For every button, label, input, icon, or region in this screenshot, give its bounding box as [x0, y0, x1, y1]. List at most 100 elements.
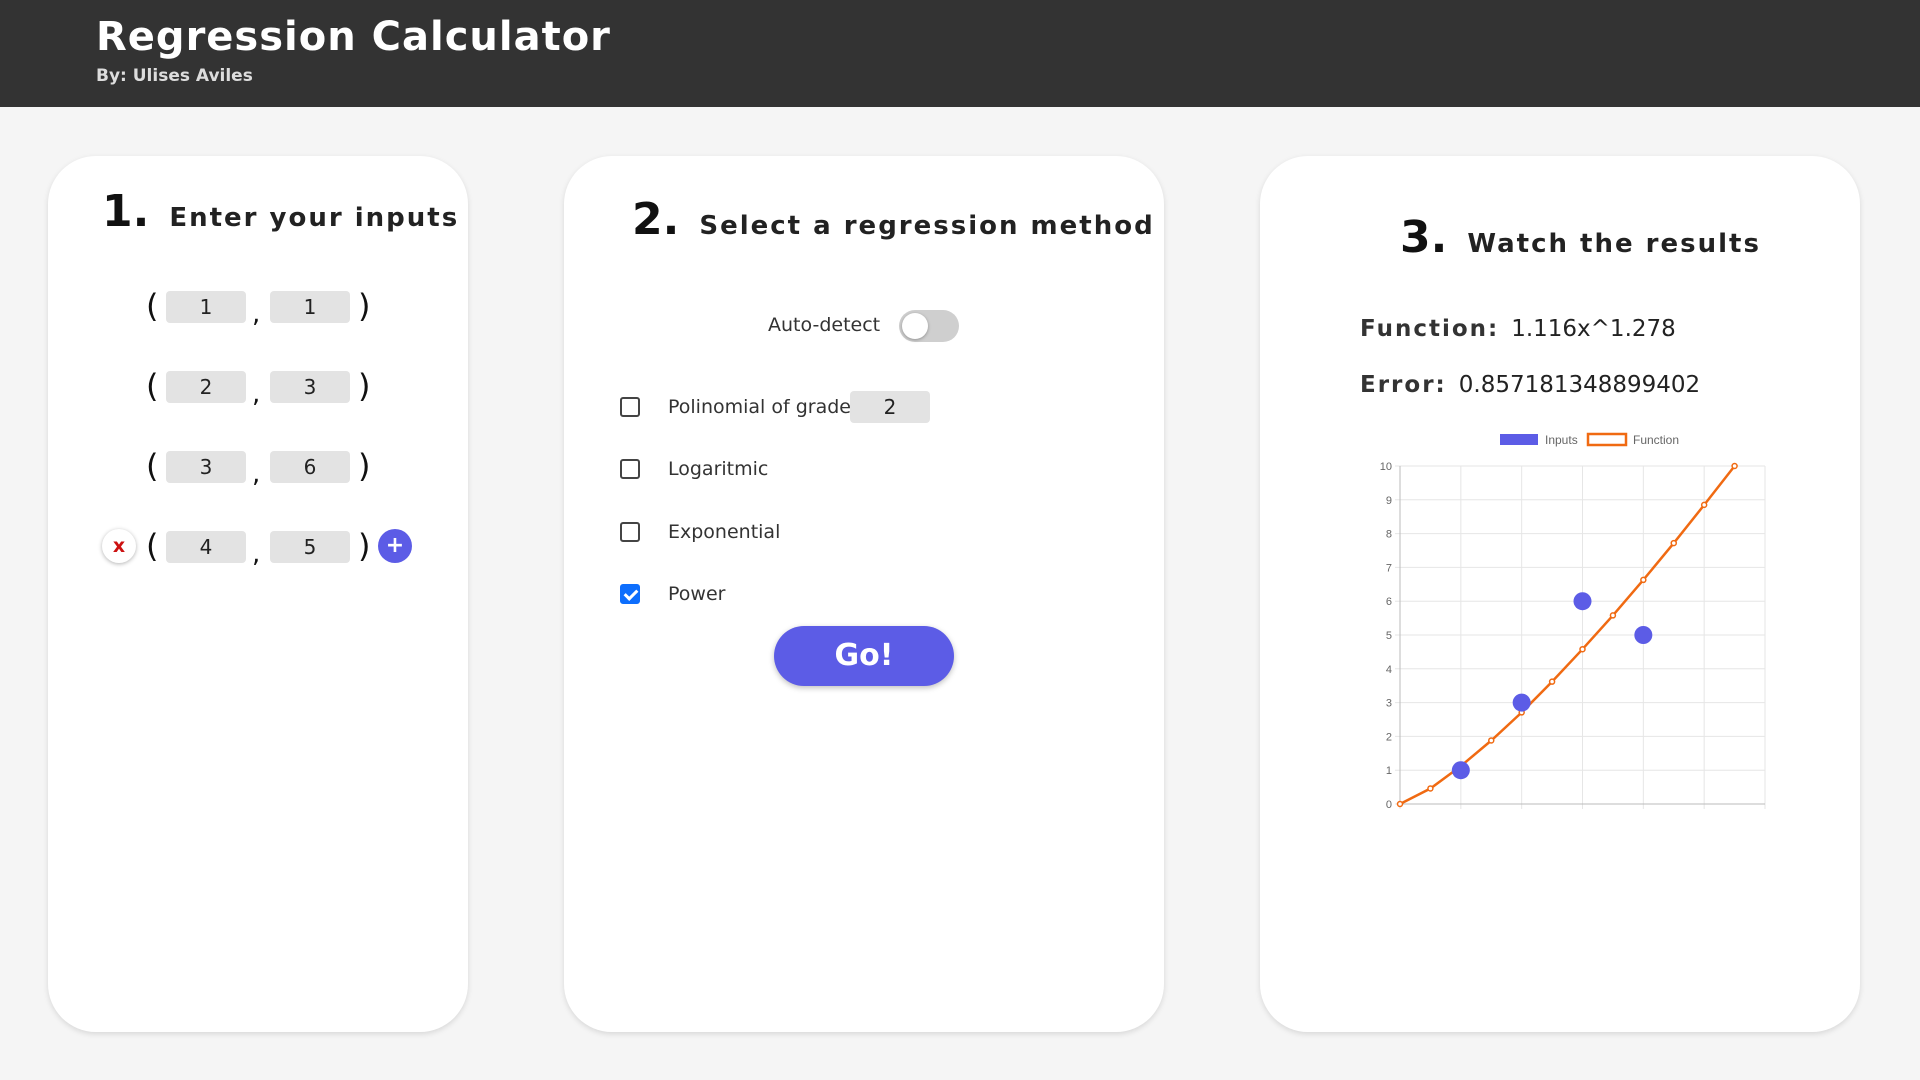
exponential-label: Exponential: [668, 521, 781, 543]
open-paren: (: [146, 527, 159, 565]
y-tick-label: 5: [1386, 630, 1392, 642]
function-point: [1579, 645, 1586, 653]
method-power: Power: [620, 577, 1120, 611]
y-tick-label: 9: [1386, 495, 1392, 507]
y-tick-label: 6: [1386, 596, 1392, 608]
open-paren: (: [146, 447, 159, 485]
x-tick-label: 5: [1701, 813, 1707, 814]
auto-detect-row: Auto-detect: [564, 306, 1164, 346]
error-result: Error: 0.857181348899402: [1360, 372, 1700, 398]
method-polynomial: Polinomial of grade: 2: [620, 390, 1120, 424]
function-point: [1640, 576, 1647, 584]
exponential-checkbox[interactable]: [620, 522, 640, 542]
polynomial-label: Polinomial of grade:: [668, 396, 858, 418]
function-label: Function:: [1360, 316, 1500, 342]
x-tick-label: 3: [1579, 813, 1585, 814]
input-data-point: [1634, 626, 1653, 644]
method-exponential: Exponential: [620, 515, 1120, 549]
power-checkbox[interactable]: [620, 584, 640, 604]
inputs-card: 1. Enter your inputs ( 1 , 1 ) ( 2 , 3 )…: [48, 156, 468, 1032]
y-tick-label: 8: [1386, 529, 1392, 541]
legend-function-swatch: [1586, 432, 1628, 447]
methods-step-title: Select a regression method: [699, 211, 1155, 241]
methods-card: 2. Select a regression method Auto-detec…: [564, 156, 1164, 1032]
auto-detect-toggle[interactable]: [899, 310, 959, 342]
comma: ,: [252, 539, 261, 569]
function-point: [1700, 501, 1708, 509]
method-logarithmic: Logaritmic: [620, 452, 1120, 486]
auto-detect-label: Auto-detect: [768, 314, 881, 336]
inputs-step-number: 1.: [102, 186, 150, 237]
y-tick-label: 2: [1386, 731, 1392, 743]
app-title: Regression Calculator: [96, 14, 611, 60]
x-tick-label: 4: [1640, 813, 1646, 814]
input-pair-row: ( 2 , 3 ): [48, 366, 468, 409]
app-author: By: Ulises Aviles: [96, 66, 253, 86]
function-point: [1427, 785, 1434, 792]
results-card: 3. Watch the results Function: 1.116x^1.2…: [1260, 156, 1860, 1032]
y-input[interactable]: 3: [270, 371, 350, 403]
add-pair-button[interactable]: +: [378, 529, 412, 563]
results-step-title: Watch the results: [1467, 229, 1761, 259]
function-point: [1396, 800, 1404, 808]
comma: ,: [252, 459, 261, 489]
methods-step-heading: 2. Select a regression method: [632, 194, 1155, 245]
y-tick-label: 10: [1380, 461, 1392, 473]
results-step-heading: 3. Watch the results: [1400, 212, 1761, 263]
x-input[interactable]: 3: [166, 451, 246, 483]
app-header: Regression Calculator By: Ulises Aviles: [0, 0, 1920, 107]
polynomial-grade-input[interactable]: 2: [850, 391, 930, 423]
x-input[interactable]: 4: [166, 531, 246, 563]
open-paren: (: [146, 367, 159, 405]
go-button[interactable]: Go!: [774, 626, 954, 686]
close-paren: ): [358, 367, 371, 405]
function-point: [1731, 462, 1738, 470]
logarithmic-checkbox[interactable]: [620, 459, 640, 479]
y-input[interactable]: 6: [270, 451, 350, 483]
function-point: [1670, 539, 1677, 547]
y-input[interactable]: 5: [270, 531, 350, 563]
error-value: 0.857181348899402: [1458, 372, 1701, 398]
input-pair-row: ( 1 , 1 ): [48, 286, 468, 329]
x-tick-label: 0: [1397, 813, 1403, 814]
input-data-point: [1573, 592, 1592, 611]
x-input[interactable]: 2: [166, 371, 246, 403]
error-label: Error:: [1360, 372, 1447, 398]
open-paren: (: [146, 287, 159, 325]
y-tick-label: 7: [1386, 562, 1392, 574]
regression-chart: 0 1 2 3 4 5 6 0 1 2 3 4 5 6 7 8 9 10 Inputs Function: [1380, 432, 1768, 814]
close-paren: ): [358, 527, 371, 565]
methods-step-number: 2.: [632, 194, 680, 245]
polynomial-checkbox[interactable]: [620, 397, 640, 417]
y-tick-label: 0: [1386, 799, 1392, 811]
input-data-point: [1512, 693, 1531, 712]
function-point: [1488, 737, 1495, 744]
close-paren: ): [358, 447, 371, 485]
y-tick-label: 3: [1386, 698, 1392, 710]
results-step-number: 3.: [1400, 212, 1448, 263]
comma: ,: [252, 379, 261, 409]
legend-inputs-swatch: [1500, 434, 1538, 445]
x-tick-label: 1: [1458, 813, 1464, 814]
input-data-point: [1451, 761, 1470, 780]
function-result: Function: 1.116x^1.278: [1360, 316, 1676, 342]
x-tick-label: 6: [1762, 813, 1768, 814]
input-pair-row: ( 3 , 6 ): [48, 446, 468, 489]
input-pair-row: x ( 4 , 5 ) +: [48, 526, 468, 569]
y-tick-label: 1: [1386, 765, 1392, 777]
x-tick-label: 2: [1519, 813, 1525, 814]
legend-inputs-label: Inputs: [1545, 433, 1578, 447]
inputs-step-title: Enter your inputs: [169, 203, 460, 233]
toggle-knob: [902, 313, 928, 339]
close-paren: ): [358, 287, 371, 325]
x-input[interactable]: 1: [166, 291, 246, 323]
legend-function-label: Function: [1633, 433, 1679, 447]
remove-pair-button[interactable]: x: [102, 529, 136, 563]
comma: ,: [252, 299, 261, 329]
y-tick-label: 4: [1386, 664, 1392, 676]
power-label: Power: [668, 583, 726, 605]
function-point: [1548, 678, 1556, 685]
function-point: [1609, 612, 1617, 619]
y-input[interactable]: 1: [270, 291, 350, 323]
inputs-step-heading: 1. Enter your inputs: [102, 186, 459, 237]
